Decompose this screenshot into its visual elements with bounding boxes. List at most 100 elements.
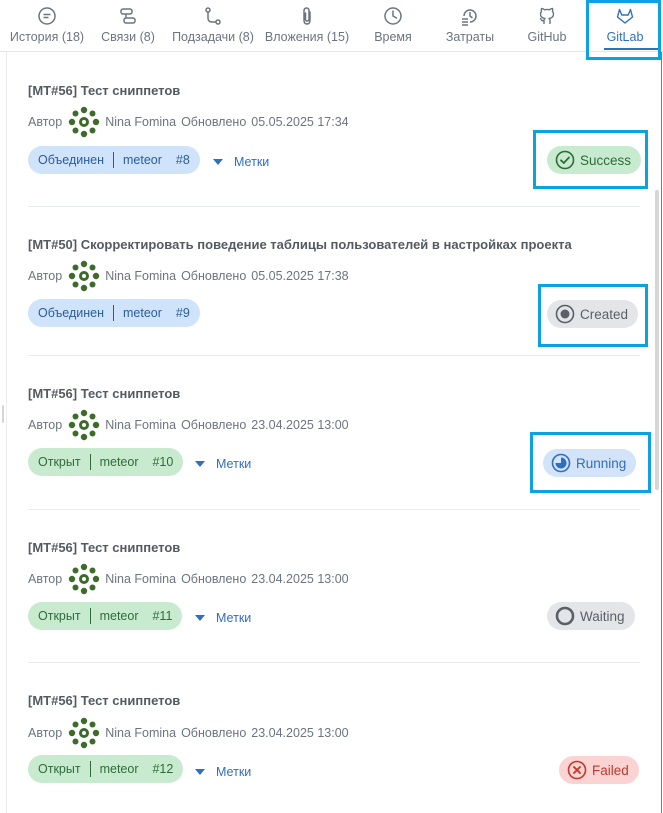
mr-branch: meteor: [123, 306, 162, 320]
mr-title[interactable]: [MT#56] Тест сниппетов: [28, 83, 640, 98]
tab-label: Затраты: [445, 30, 495, 44]
author-name[interactable]: Nina Fomina: [105, 726, 176, 740]
labels-toggle[interactable]: Метки: [195, 457, 251, 471]
labels-toggle[interactable]: Метки: [195, 765, 251, 779]
mr-meta: Автор Nina Fomina Обновлено 23.04.2025 1…: [28, 408, 349, 442]
mr-state: Открыт: [38, 762, 81, 776]
author-name[interactable]: Nina Fomina: [105, 572, 176, 586]
mr-state-pill[interactable]: Объединен meteor #8: [28, 146, 200, 174]
divider: [28, 509, 640, 510]
pipeline-status-badge[interactable]: Waiting: [547, 602, 635, 630]
pipeline-status-badge[interactable]: Running: [543, 449, 637, 477]
mr-number: #12: [152, 762, 174, 776]
tab-label: Подзадачи (8): [172, 30, 254, 44]
author-label: Автор: [28, 572, 63, 586]
subtasks-icon: [203, 6, 223, 26]
mr-title[interactable]: [MT#56] Тест сниппетов: [28, 386, 640, 401]
merge-request-item: [MT#56] Тест сниппетов Автор Nina Fomina…: [28, 693, 640, 803]
paperclip-icon: [297, 6, 317, 26]
merge-request-item: [MT#56] Тест сниппетов Автор Nina Fomina…: [28, 540, 640, 650]
labels-link: Метки: [216, 611, 252, 625]
triangle-down-icon: [195, 461, 205, 467]
divider: [113, 152, 114, 168]
author-name[interactable]: Nina Fomina: [105, 418, 176, 432]
status-label: Running: [576, 455, 627, 471]
tab-costs[interactable]: Затраты: [440, 0, 500, 52]
tab-label: История (18): [9, 30, 85, 44]
scrollbar-thumb[interactable]: [655, 190, 659, 490]
tab-label: Время: [374, 30, 412, 44]
mr-state: Открыт: [38, 609, 81, 623]
check-circle-icon: [555, 150, 575, 170]
merge-request-item: [MT#56] Тест сниппетов Автор Nina Fomina…: [28, 83, 642, 193]
mr-number: #11: [152, 609, 173, 623]
updated-label: Обновлено: [181, 115, 247, 129]
mr-title[interactable]: [MT#56] Тест сниппетов: [28, 540, 640, 555]
mr-state-pill[interactable]: Открыт meteor #12: [28, 755, 184, 783]
mr-state-pill[interactable]: Открыт meteor #10: [28, 448, 184, 476]
divider: [28, 206, 640, 207]
triangle-down-icon: [195, 769, 205, 775]
author-name[interactable]: Nina Fomina: [105, 269, 176, 283]
mr-meta: Автор Nina Fomina Обновлено 05.05.2025 1…: [28, 105, 349, 139]
mr-branch: meteor: [99, 762, 139, 776]
created-dot-icon: [555, 304, 575, 324]
avatar: [67, 716, 101, 750]
mr-title[interactable]: [MT#56] Тест сниппетов: [28, 693, 640, 708]
tab-gitlab[interactable]: GitLab: [598, 0, 652, 52]
labels-toggle[interactable]: Метки: [213, 155, 269, 169]
tab-github[interactable]: GitHub: [522, 0, 572, 52]
divider: [28, 662, 640, 663]
mr-state-pill[interactable]: Объединен meteor #9: [28, 299, 200, 327]
mr-title[interactable]: [MT#50] Скорректировать поведение таблиц…: [28, 237, 640, 252]
active-tab-indicator: [604, 48, 658, 50]
mr-meta: Автор Nina Fomina Обновлено 23.04.2025 1…: [28, 562, 349, 596]
author-label: Автор: [28, 269, 63, 283]
history-icon: [37, 6, 57, 26]
mr-branch: meteor: [99, 455, 139, 469]
mr-meta: Автор Nina Fomina Обновлено 23.04.2025 1…: [28, 716, 349, 750]
mr-state: Открыт: [38, 455, 81, 469]
tab-subtasks[interactable]: Подзадачи (8): [168, 0, 258, 52]
mr-number: #9: [175, 306, 190, 320]
status-label: Failed: [592, 762, 629, 778]
clock-icon: [383, 6, 403, 26]
pipeline-status-badge[interactable]: Success: [547, 146, 642, 174]
tab-history[interactable]: История (18): [6, 0, 88, 52]
tab-time[interactable]: Время: [363, 0, 423, 52]
updated-label: Обновлено: [181, 572, 247, 586]
pipeline-status-badge[interactable]: Created: [547, 300, 639, 328]
links-icon: [118, 6, 138, 26]
updated-date: 23.04.2025 13:00: [251, 418, 349, 432]
mr-state-pill[interactable]: Открыт meteor #11: [28, 602, 183, 630]
updated-label: Обновлено: [181, 726, 247, 740]
avatar: [67, 105, 101, 139]
labels-link: Метки: [216, 765, 252, 779]
labels-toggle[interactable]: Метки: [195, 611, 251, 625]
mr-meta: Автор Nina Fomina Обновлено 05.05.2025 1…: [28, 259, 349, 293]
updated-date: 23.04.2025 13:00: [251, 726, 349, 740]
author-label: Автор: [28, 418, 63, 432]
merge-request-item: [MT#56] Тест сниппетов Автор Nina Fomina…: [28, 386, 640, 496]
updated-label: Обновлено: [181, 418, 247, 432]
tab-attachments[interactable]: Вложения (15): [262, 0, 352, 52]
status-label: Success: [580, 152, 632, 168]
tab-label: GitHub: [527, 30, 567, 44]
tab-bar: История (18) Связи (8) Подзадачи (8) Вло…: [0, 0, 663, 52]
mr-state: Объединен: [38, 306, 104, 320]
updated-date: 23.04.2025 13:00: [251, 572, 349, 586]
tab-label: Вложения (15): [264, 30, 350, 44]
labels-link: Метки: [234, 155, 270, 169]
resize-handle[interactable]: [2, 405, 4, 423]
labels-link: Метки: [216, 457, 252, 471]
status-label: Waiting: [580, 608, 625, 624]
pipeline-status-badge[interactable]: Failed: [559, 756, 639, 784]
divider: [113, 305, 114, 321]
merge-request-item: [MT#50] Скорректировать поведение таблиц…: [28, 237, 640, 347]
tab-links[interactable]: Связи (8): [98, 0, 158, 52]
divider: [89, 761, 91, 777]
github-icon: [537, 6, 557, 26]
avatar: [67, 562, 101, 596]
avatar: [67, 408, 101, 442]
author-name[interactable]: Nina Fomina: [105, 115, 176, 129]
